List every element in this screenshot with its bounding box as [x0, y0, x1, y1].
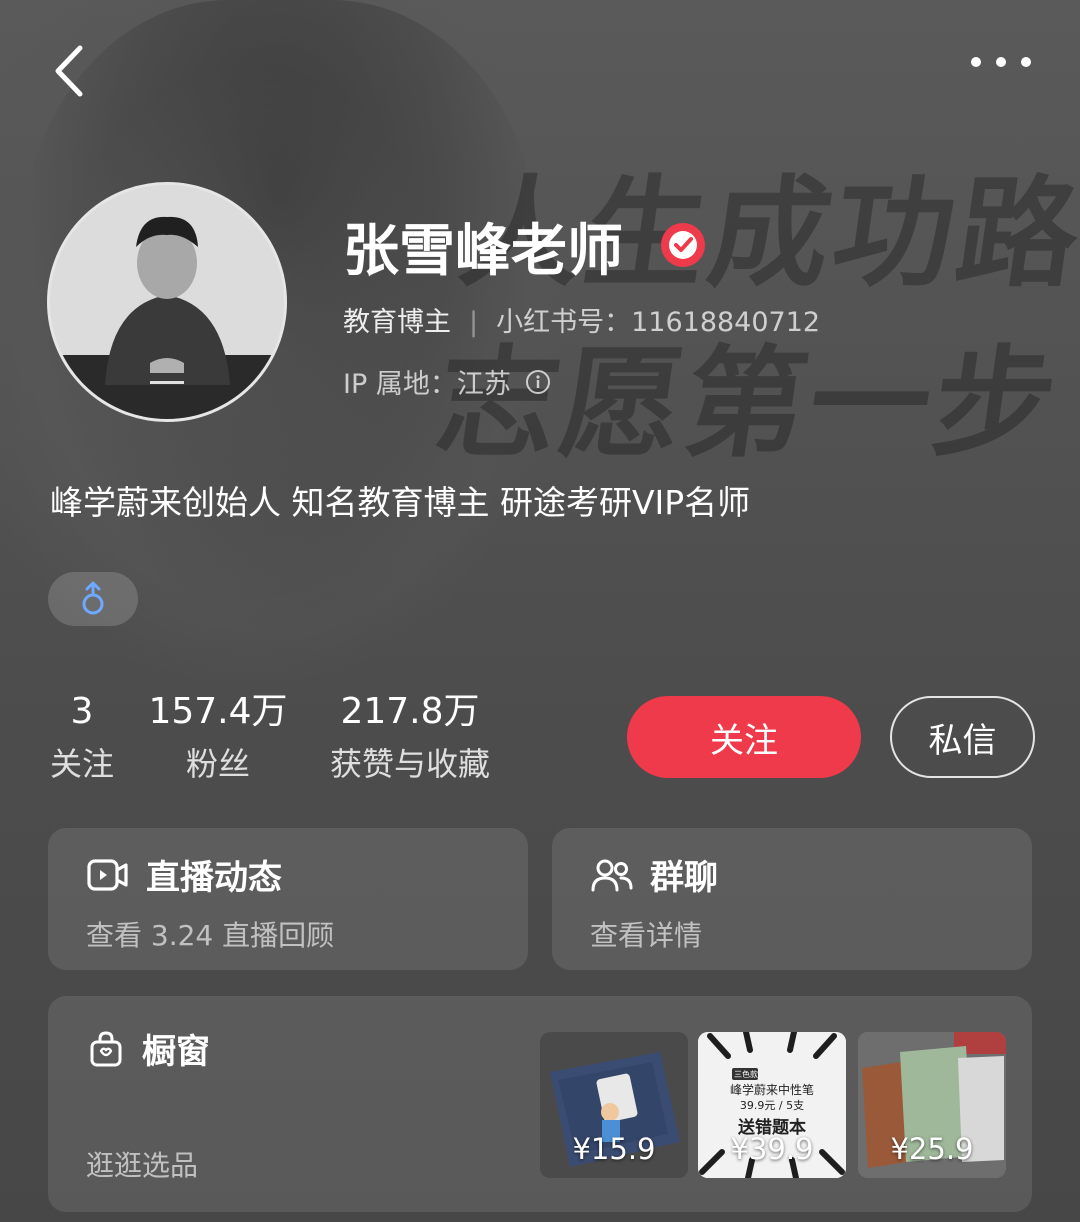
product-pen-offer: 39.9元 / 5支: [739, 1099, 805, 1112]
live-card-title-text: 直播动态: [146, 858, 282, 898]
profile-role: 教育博主: [343, 307, 451, 338]
group-chat-card[interactable]: 群聊 查看详情: [552, 828, 1032, 970]
product-notebook[interactable]: ¥15.9: [540, 1032, 688, 1178]
shop-card-title: 橱窗: [86, 1024, 210, 1073]
more-button[interactable]: [966, 40, 1036, 84]
ip-location-label: IP 属地：江苏: [343, 369, 511, 400]
live-card-title: 直播动态: [86, 850, 282, 899]
stat-following-label: 关注: [49, 745, 114, 783]
message-button[interactable]: 私信: [890, 696, 1035, 778]
stat-following-value: 3: [70, 691, 94, 732]
stat-following[interactable]: 3 关注: [40, 690, 124, 786]
stat-likes-collections[interactable]: 217.8万 获赞与收藏: [318, 690, 502, 786]
background-slogan-line-2: 志愿第一步: [428, 335, 1068, 474]
avatar[interactable]: [47, 182, 287, 422]
avatar-portrait: [50, 185, 284, 419]
product-pen-tag: 三色款: [734, 1070, 758, 1079]
ip-location[interactable]: IP 属地：江苏: [343, 362, 551, 401]
video-camera-icon: [87, 858, 128, 891]
group-card-subtitle: 查看详情: [590, 919, 703, 952]
shop-card-subtitle: 逛逛选品: [86, 1149, 199, 1182]
divider: |: [469, 307, 479, 338]
stat-likes-value: 217.8万: [340, 691, 480, 732]
more-dots-icon: [971, 57, 1031, 67]
group-card-title-text: 群聊: [650, 858, 718, 898]
product-notepad[interactable]: ¥25.9: [858, 1032, 1006, 1178]
stat-fans[interactable]: 157.4万 粉丝: [140, 690, 296, 786]
stat-fans-value: 157.4万: [148, 691, 288, 732]
product-pen-name: 峰学蔚来中性笔: [729, 1083, 814, 1097]
back-button[interactable]: [44, 36, 104, 106]
profile-bio: 峰学蔚来创始人 知名教育博主 研途考研VIP名师: [50, 483, 751, 522]
shop-card-title-text: 橱窗: [142, 1032, 210, 1072]
product-price: ¥39.9: [730, 1132, 814, 1166]
profile-account-id: 小红书号：11618840712: [496, 307, 821, 338]
info-circle-icon[interactable]: [525, 369, 551, 395]
profile-info-line: 教育博主 | 小红书号：11618840712: [343, 300, 820, 339]
stat-fans-label: 粉丝: [185, 745, 250, 783]
profile-name: 张雪峰老师: [343, 219, 623, 284]
shop-window-card[interactable]: 橱窗 逛逛选品 ¥15.9 三色款 峰学蔚来中性笔 39.9元 / 5支 送错题…: [48, 996, 1032, 1212]
male-gender-icon: [82, 581, 104, 615]
follow-button[interactable]: 关注: [627, 696, 861, 778]
verified-badge: [660, 222, 706, 268]
product-price: ¥25.9: [890, 1132, 974, 1166]
top-bar: [0, 0, 1080, 130]
product-price: ¥15.9: [572, 1132, 656, 1166]
live-card-subtitle: 查看 3.24 直播回顾: [86, 919, 335, 952]
chevron-left-icon: [55, 45, 83, 97]
product-pen[interactable]: 三色款 峰学蔚来中性笔 39.9元 / 5支 送错题本 ¥39.9: [698, 1032, 846, 1178]
stat-likes-label: 获赞与收藏: [329, 745, 490, 783]
group-users-icon: [591, 859, 633, 891]
group-card-title: 群聊: [590, 850, 718, 899]
gender-tag: [48, 572, 138, 626]
live-card[interactable]: 直播动态 查看 3.24 直播回顾: [48, 828, 528, 970]
verified-check-icon: [661, 223, 705, 267]
shopping-bag-icon: [90, 1030, 122, 1066]
